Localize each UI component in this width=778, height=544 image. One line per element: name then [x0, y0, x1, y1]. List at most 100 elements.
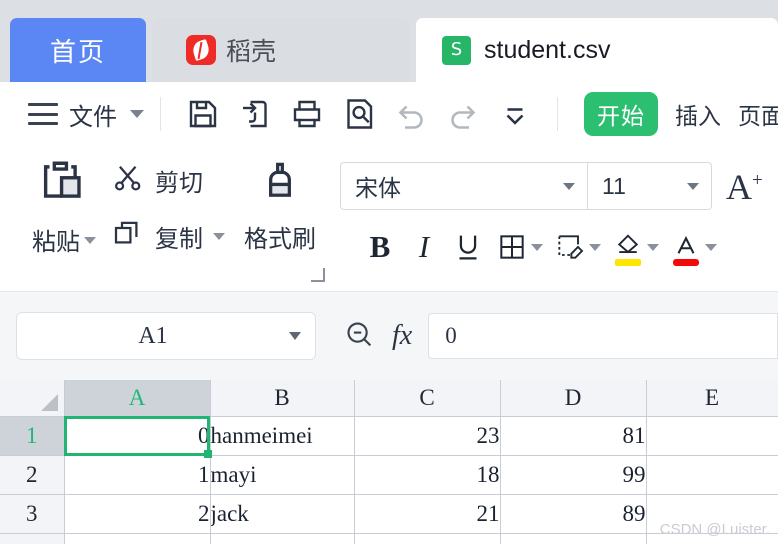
tab-docer[interactable]: 稻壳 [152, 18, 410, 82]
font-color-swatch [673, 259, 699, 266]
row-header-4[interactable]: 4 [0, 533, 65, 544]
dialog-launcher-icon[interactable] [311, 268, 325, 282]
divider [332, 160, 333, 276]
italic-button[interactable]: I [402, 222, 446, 272]
copy-label: 复制 [155, 226, 203, 253]
hamburger-icon[interactable] [28, 103, 58, 125]
zoom-out-icon[interactable] [342, 317, 376, 356]
save-icon[interactable] [185, 96, 221, 132]
customize-toolbar-icon[interactable] [497, 96, 533, 132]
cell-a1[interactable]: 0 [64, 416, 211, 456]
wps-spreadsheet-window: 首页 稻壳 S student.csv 文件 开始 插入 页面 粘贴 剪切 复制… [0, 0, 778, 544]
font-name-select[interactable]: 宋体 [340, 162, 588, 210]
tab-page-layout[interactable]: 页面布局 [738, 97, 778, 131]
column-header-e[interactable]: E [646, 380, 778, 417]
column-header-d[interactable]: D [500, 380, 647, 417]
formula-value: 0 [445, 323, 457, 348]
cell-d3[interactable]: 89 [500, 494, 647, 534]
cell-d4[interactable] [500, 533, 647, 544]
table-row: 1 0 hanmeimei 23 81 [0, 416, 778, 456]
chevron-down-icon[interactable] [687, 182, 699, 190]
chevron-down-icon[interactable] [213, 233, 225, 240]
cell-e1[interactable] [646, 416, 778, 456]
watermark: CSDN @Luister. [659, 521, 770, 538]
chevron-down-icon[interactable] [563, 182, 575, 190]
cell-d1[interactable]: 81 [500, 416, 647, 456]
font-size-value: 11 [602, 172, 626, 199]
tab-insert[interactable]: 插入 [675, 97, 721, 131]
undo-icon[interactable] [393, 96, 429, 132]
cell-c3[interactable]: 21 [354, 494, 501, 534]
chevron-down-icon[interactable] [130, 110, 144, 118]
cell-c1[interactable]: 23 [354, 416, 501, 456]
font-size-select[interactable]: 11 [588, 162, 712, 210]
cell-c2[interactable]: 18 [354, 455, 501, 495]
underline-button[interactable] [446, 222, 490, 272]
ribbon-group-font: 宋体 11 A+ B I [340, 146, 778, 292]
tab-home[interactable]: 首页 [10, 18, 146, 82]
cell-c4[interactable] [354, 533, 501, 544]
menu-and-quick-access-bar: 文件 开始 插入 页面 [0, 82, 778, 146]
cell-a3[interactable]: 2 [64, 494, 211, 534]
column-header-b[interactable]: B [210, 380, 355, 417]
column-header-a[interactable]: A [64, 380, 211, 417]
cut-button[interactable]: 剪切 [110, 160, 203, 201]
bold-button[interactable]: B [358, 222, 402, 272]
cell-b3[interactable]: jack [210, 494, 355, 534]
copy-button[interactable]: 复制 [110, 216, 225, 257]
cell-a2[interactable]: 1 [64, 455, 211, 495]
tab-home-label: 首页 [49, 36, 106, 67]
document-tab-bar: 首页 稻壳 S student.csv [0, 0, 778, 82]
paste-label: 粘贴 [32, 229, 80, 256]
print-icon[interactable] [289, 96, 325, 132]
cell-b2[interactable]: mayi [210, 455, 355, 495]
print-preview-icon[interactable] [341, 96, 377, 132]
cell-format-button[interactable] [548, 222, 592, 272]
divider [160, 97, 161, 131]
insert-function-label[interactable]: fx [392, 320, 412, 352]
scissors-icon [110, 160, 146, 201]
format-painter-button[interactable]: 格式刷 [228, 156, 332, 254]
cell-b1[interactable]: hanmeimei [210, 416, 355, 456]
file-menu-label[interactable]: 文件 [69, 97, 117, 132]
tab-student-csv[interactable]: S student.csv [416, 18, 778, 82]
borders-button[interactable] [490, 222, 534, 272]
fill-color-button[interactable] [606, 222, 650, 272]
row-header-2[interactable]: 2 [0, 455, 65, 495]
select-all-icon[interactable] [0, 380, 65, 417]
fill-color-swatch [615, 259, 641, 266]
ribbon-group-clipboard: 粘贴 剪切 复制 格式刷 [0, 146, 332, 292]
format-painter-label: 格式刷 [244, 226, 316, 253]
cell-b4[interactable] [210, 533, 355, 544]
copy-icon [110, 216, 146, 257]
chevron-down-icon[interactable] [289, 332, 301, 340]
sheet-table: A B C D E 1 0 hanmeimei 23 81 2 1 mayi 1… [0, 380, 778, 544]
cell-e2[interactable] [646, 455, 778, 495]
spreadsheet-grid[interactable]: A B C D E 1 0 hanmeimei 23 81 2 1 mayi 1… [0, 380, 778, 544]
tab-student-csv-label: student.csv [484, 35, 611, 64]
ribbon-start: 粘贴 剪切 复制 格式刷 宋体 11 A+ B I [0, 146, 778, 292]
cell-a4[interactable] [64, 533, 211, 544]
name-box[interactable]: A1 [16, 312, 316, 360]
row-header-1[interactable]: 1 [0, 416, 65, 456]
cell-d2[interactable]: 99 [500, 455, 647, 495]
spreadsheet-icon: S [442, 35, 471, 65]
column-header-row: A B C D E [0, 380, 778, 417]
paste-button[interactable]: 粘贴 [16, 156, 112, 257]
increase-font-size-button[interactable]: A+ [726, 166, 763, 208]
chevron-down-icon[interactable] [84, 237, 96, 244]
redo-icon[interactable] [445, 96, 481, 132]
docer-icon [186, 35, 216, 65]
row-header-3[interactable]: 3 [0, 494, 65, 534]
column-header-c[interactable]: C [354, 380, 501, 417]
format-painter-icon [252, 162, 308, 216]
font-color-button[interactable] [664, 222, 708, 272]
tab-start[interactable]: 开始 [584, 92, 658, 136]
table-row: 2 1 mayi 18 99 [0, 455, 778, 495]
font-format-toolbar: B I [358, 222, 722, 272]
formula-input[interactable]: 0 [428, 313, 778, 359]
export-pdf-icon[interactable] [237, 96, 273, 132]
divider [557, 97, 558, 131]
tab-docer-label: 稻壳 [226, 38, 277, 66]
paste-icon [35, 161, 93, 218]
